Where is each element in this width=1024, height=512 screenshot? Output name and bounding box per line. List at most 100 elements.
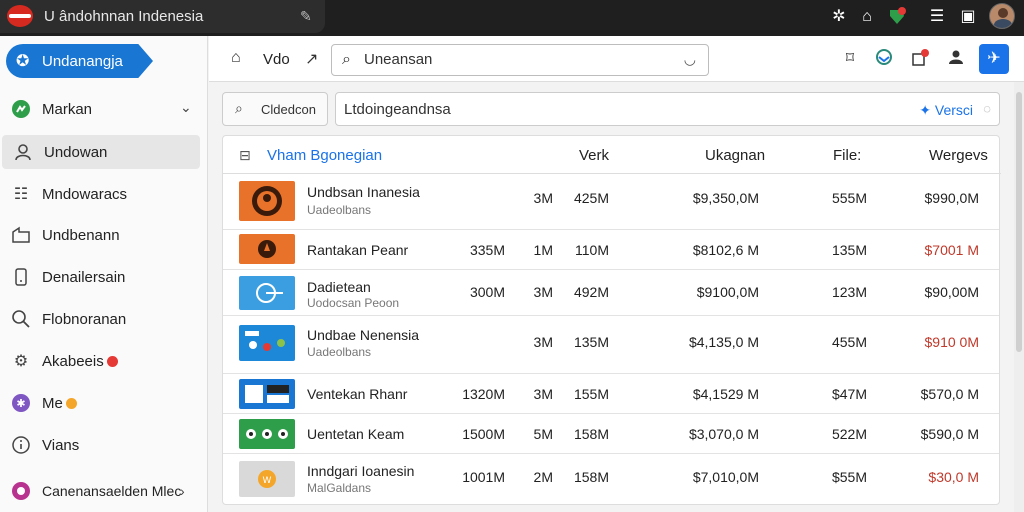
row-cell: $9,350,0M (692, 190, 759, 206)
sidebar-item-label: Markan (42, 101, 93, 118)
row-subtitle: Uodocsan Peoon (307, 296, 400, 310)
toolbar: ⌂ Vdo ↗ ⌕ ◡ ⌑ ✈ (209, 36, 1024, 82)
sidebar-item-undbenann[interactable]: Undbenann (0, 218, 208, 252)
refresh-icon[interactable]: ◡ (684, 51, 696, 68)
menu-icon[interactable]: ☰ (926, 6, 948, 28)
column-header-verk[interactable]: Verk (579, 147, 609, 164)
row-cell: $7,010,0M (692, 469, 759, 485)
table-row[interactable]: Rantakan Peanr 335M 1M 110M $8102,6 M 13… (223, 230, 999, 270)
sidebar-item-label: Denailersain (42, 269, 126, 286)
sidebar-item-label: Vians (42, 437, 80, 454)
sidebar-item-me[interactable]: ✱ Me (0, 386, 208, 420)
column-header-file[interactable]: File: (833, 147, 861, 164)
table-row[interactable]: Uentetan Keam 1500M 5M 158M $3,070,0 M 5… (223, 414, 999, 454)
table-row[interactable]: Dadietean Uodocsan Peoon 300M 3M 492M $9… (223, 270, 999, 316)
puzzle-icon: ✱ (10, 393, 32, 415)
extension-icon[interactable] (886, 6, 908, 28)
edit-icon[interactable]: ↗ (305, 49, 318, 69)
row-cell: 110M (575, 242, 609, 258)
phone-icon (10, 267, 32, 289)
row-cell: $990,0M (924, 190, 979, 206)
row-cell: 158M (573, 469, 609, 485)
row-cell: $4,1529 M (692, 386, 759, 402)
sidebar-item-vians[interactable]: Vians (0, 428, 208, 462)
status-badge (106, 356, 118, 367)
sidebar-item-markan[interactable]: Markan ⌄ (0, 92, 208, 126)
sidebar-item-denailersain[interactable]: Denailersain (0, 260, 208, 294)
share-button[interactable]: ✈ (979, 44, 1009, 74)
sidebar-item-undowan[interactable]: Undowan (2, 135, 200, 169)
svg-text:W: W (263, 476, 272, 486)
toolbar-vdo-label[interactable]: Vdo (263, 51, 290, 68)
column-header-ukagnan[interactable]: Ukagnan (705, 147, 765, 164)
title-bar: U ândohnnan Indenesia ✎ ✲ ⌂ ☰ ▣ (0, 0, 1024, 36)
sidebar-item-canenansaelden[interactable]: Canenansaelden Mlec › (0, 474, 208, 508)
row-name: Undbae Nenensia (307, 327, 420, 343)
home-outline-icon[interactable]: ⌂ (231, 49, 241, 67)
row-cell: 135M (831, 242, 867, 258)
row-cell: 522M (831, 426, 867, 442)
table-row[interactable]: Ventekan Rhanr 1320M 3M 155M $4,1529 M $… (223, 374, 999, 414)
row-cell: $55M (831, 469, 867, 485)
sidebar-top-button[interactable]: ✪ Undanangja (6, 44, 153, 78)
window-icon[interactable]: ▣ (957, 6, 979, 28)
search-icon: ⌕ (235, 100, 243, 116)
sync-icon[interactable] (873, 48, 895, 70)
search-icon: ⌕ (342, 51, 351, 68)
search-box: ⌕ ◡ (331, 44, 709, 76)
sidebar-top-label: Undanangja (42, 53, 123, 70)
table-row[interactable]: Undbae Nenensia Uadeolbans 3M 135M $4,13… (223, 316, 999, 374)
search-icon (10, 309, 32, 331)
column-header-wergevs[interactable]: Wergevs (929, 147, 988, 164)
row-subtitle: Uadeolbans (307, 203, 372, 217)
scrollbar-thumb[interactable] (1016, 92, 1022, 352)
sidebar-item-mndowaracs[interactable]: ☷ Mndowaracs (0, 177, 208, 211)
sidebar-item-label: Me (42, 395, 77, 412)
filter-input[interactable]: Ltdoingeandnsa ✦ Versci ◌ (335, 92, 1000, 126)
row-cell: 300M (469, 284, 505, 300)
row-cell: 5M (533, 426, 553, 442)
row-subtitle: MalGaldans (307, 481, 372, 495)
avatar[interactable] (989, 3, 1015, 29)
browser-tab[interactable]: U ândohnnan Indenesia ✎ (0, 0, 325, 33)
clear-icon[interactable]: ◌ (983, 101, 991, 116)
table-row[interactable]: W Inndgari Ioanesin MalGaldans 1001M 2M … (223, 454, 999, 504)
pin-icon[interactable]: ✎ (300, 8, 312, 25)
bookmark-icon[interactable]: ⌑ (839, 48, 861, 70)
column-header-name[interactable]: Vham Bgonegian (267, 147, 382, 164)
sidebar: ✪ Undanangja Markan ⌄ Undowan ☷ Mndowara… (0, 36, 208, 512)
table-icon: ⊟ (239, 147, 251, 163)
sidebar-item-label: Undowan (44, 144, 108, 161)
sidebar-item-label: Undbenann (42, 227, 120, 244)
row-name: Uentetan Keam (307, 426, 405, 442)
filter-bar: ⌕ Cldedcon Ltdoingeandnsa ✦ Versci ◌ (222, 92, 1000, 128)
version-link[interactable]: ✦ Versci (919, 102, 973, 119)
notifications-icon[interactable] (909, 48, 931, 70)
table-header: ⊟ Vham Bgonegian Verk Ukagnan File: Werg… (223, 136, 1001, 174)
row-cell: $3,070,0 M (688, 426, 759, 442)
row-cell: 3M (533, 190, 553, 206)
settings-icon[interactable]: ✲ (828, 6, 850, 28)
row-cell: 3M (533, 386, 553, 402)
row-cell: 123M (831, 284, 867, 300)
row-cell: $90,00M (924, 284, 979, 300)
row-cell: 135M (573, 334, 609, 350)
chevron-right-icon: › (180, 483, 185, 499)
sidebar-item-flobnoranan[interactable]: Flobnoranan (0, 302, 208, 336)
sidebar-item-label: Canenansaelden Mlec (42, 483, 182, 499)
sidebar-item-akabeeis[interactable]: ⚙ Akabeeis (0, 344, 208, 378)
row-name: Inndgari Ioanesin (307, 463, 415, 479)
home-icon[interactable]: ⌂ (856, 6, 878, 28)
row-thumbnail (239, 234, 295, 264)
row-cell: 1500M (462, 426, 505, 442)
row-cell: $8102,6 M (692, 242, 759, 258)
table-row[interactable]: Undbsan Inanesia Uadeolbans 3M 425M $9,3… (223, 174, 999, 230)
search-input[interactable] (364, 51, 684, 68)
scrollbar[interactable] (1014, 82, 1024, 512)
filter-input-value: Ltdoingeandnsa (344, 101, 451, 118)
account-icon[interactable] (945, 48, 967, 70)
apps-icon (10, 481, 32, 503)
row-name: Dadietean (307, 279, 371, 295)
row-thumbnail (239, 419, 295, 449)
filter-button[interactable]: ⌕ Cldedcon (222, 92, 328, 126)
